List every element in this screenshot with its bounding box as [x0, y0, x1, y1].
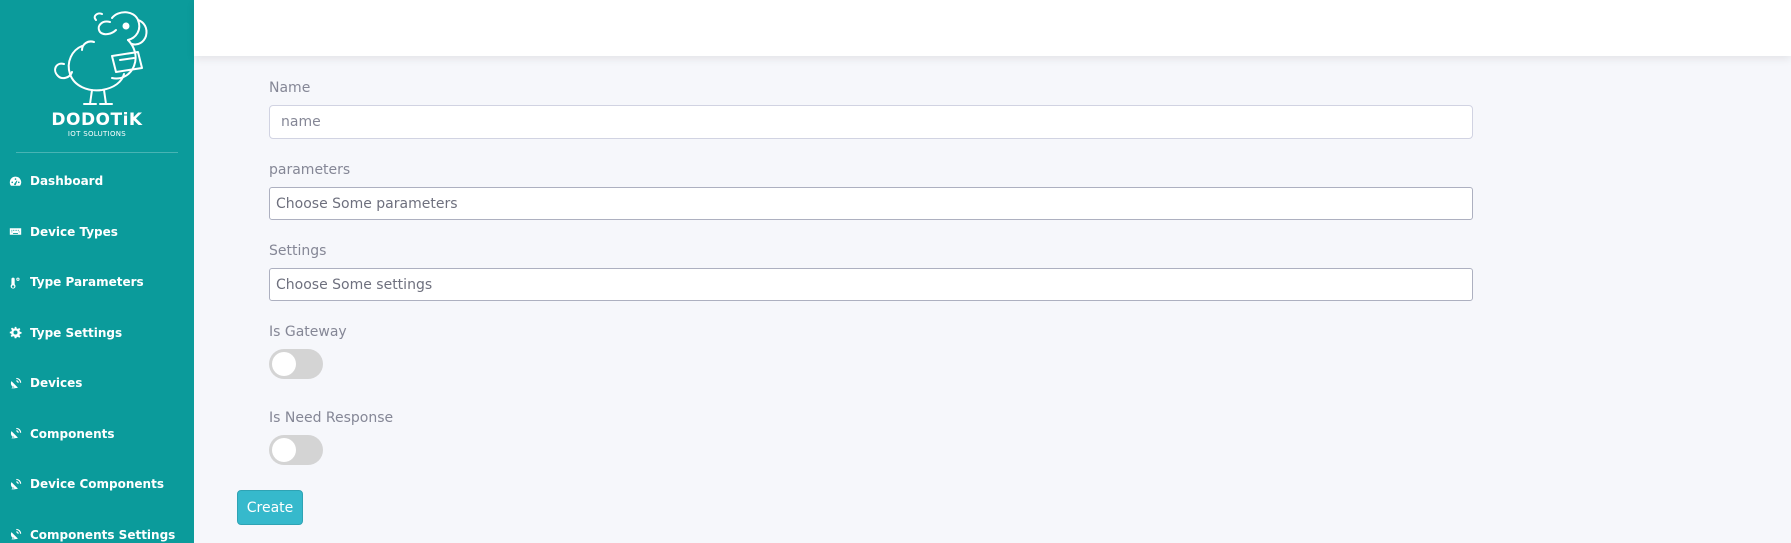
is-need-response-label: Is Need Response — [269, 410, 394, 426]
sidebar-nav: Dashboard Device Types Type Parameters T… — [0, 156, 194, 543]
toggle-knob — [272, 352, 296, 376]
sidebar-item-components[interactable]: Components — [0, 409, 194, 460]
sidebar-item-label: Device Types — [30, 224, 118, 239]
sidebar-item-devices[interactable]: Devices — [0, 358, 194, 409]
settings-label: Settings — [269, 243, 327, 259]
name-input[interactable] — [269, 105, 1473, 139]
dodo-bird-logo-icon — [54, 11, 148, 105]
settings-field-group: Settings Choose Some settings — [269, 243, 1473, 301]
name-field-group: Name — [269, 80, 1473, 139]
sidebar-item-label: Devices — [30, 376, 83, 391]
is-gateway-label: Is Gateway — [269, 324, 347, 340]
thermometer-icon — [8, 275, 22, 289]
sidebar-item-device-components[interactable]: Device Components — [0, 459, 194, 510]
sidebar-item-dashboard[interactable]: Dashboard — [0, 156, 194, 207]
sidebar-item-type-settings[interactable]: Type Settings — [0, 308, 194, 359]
sidebar-item-label: Device Components — [30, 477, 164, 492]
sidebar-item-components-settings[interactable]: Components Settings — [0, 510, 194, 543]
brand-logo[interactable]: DODOTiK IOT SOLUTIONS — [16, 0, 178, 153]
sidebar-item-label: Components — [30, 426, 115, 441]
brand-subtitle: IOT SOLUTIONS — [67, 130, 127, 138]
sidebar-item-type-parameters[interactable]: Type Parameters — [0, 257, 194, 308]
is-need-response-toggle[interactable] — [269, 435, 323, 465]
dashboard-icon — [8, 174, 22, 188]
satellite-dish-icon — [8, 528, 22, 542]
sidebar-item-label: Dashboard — [30, 174, 104, 189]
sidebar-item-label: Components Settings — [30, 527, 176, 542]
brand-title: DODOTiK — [51, 110, 143, 130]
is-gateway-toggle[interactable] — [269, 349, 323, 379]
sidebar-item-label: Type Parameters — [30, 275, 144, 290]
sidebar-item-device-types[interactable]: Device Types — [0, 207, 194, 258]
settings-multiselect[interactable]: Choose Some settings — [269, 268, 1473, 301]
sidebar: DODOTiK IOT SOLUTIONS Dashboard Device T… — [0, 0, 194, 543]
parameters-placeholder: Choose Some parameters — [276, 195, 458, 212]
satellite-dish-icon — [8, 477, 22, 491]
parameters-label: parameters — [269, 162, 351, 178]
parameters-field-group: parameters Choose Some parameters — [269, 162, 1473, 220]
parameters-multiselect[interactable]: Choose Some parameters — [269, 187, 1473, 220]
satellite-dish-icon — [8, 427, 22, 441]
sidebar-item-label: Type Settings — [30, 325, 123, 340]
satellite-dish-icon — [8, 376, 22, 390]
gear-icon — [8, 326, 22, 340]
is-gateway-group: Is Gateway — [269, 324, 347, 379]
toggle-knob — [272, 438, 296, 462]
topbar — [194, 0, 1791, 56]
create-button[interactable]: Create — [237, 490, 303, 525]
is-need-response-group: Is Need Response — [269, 410, 393, 465]
keyboard-icon — [8, 225, 22, 239]
name-label: Name — [269, 80, 311, 96]
settings-placeholder: Choose Some settings — [276, 276, 433, 293]
